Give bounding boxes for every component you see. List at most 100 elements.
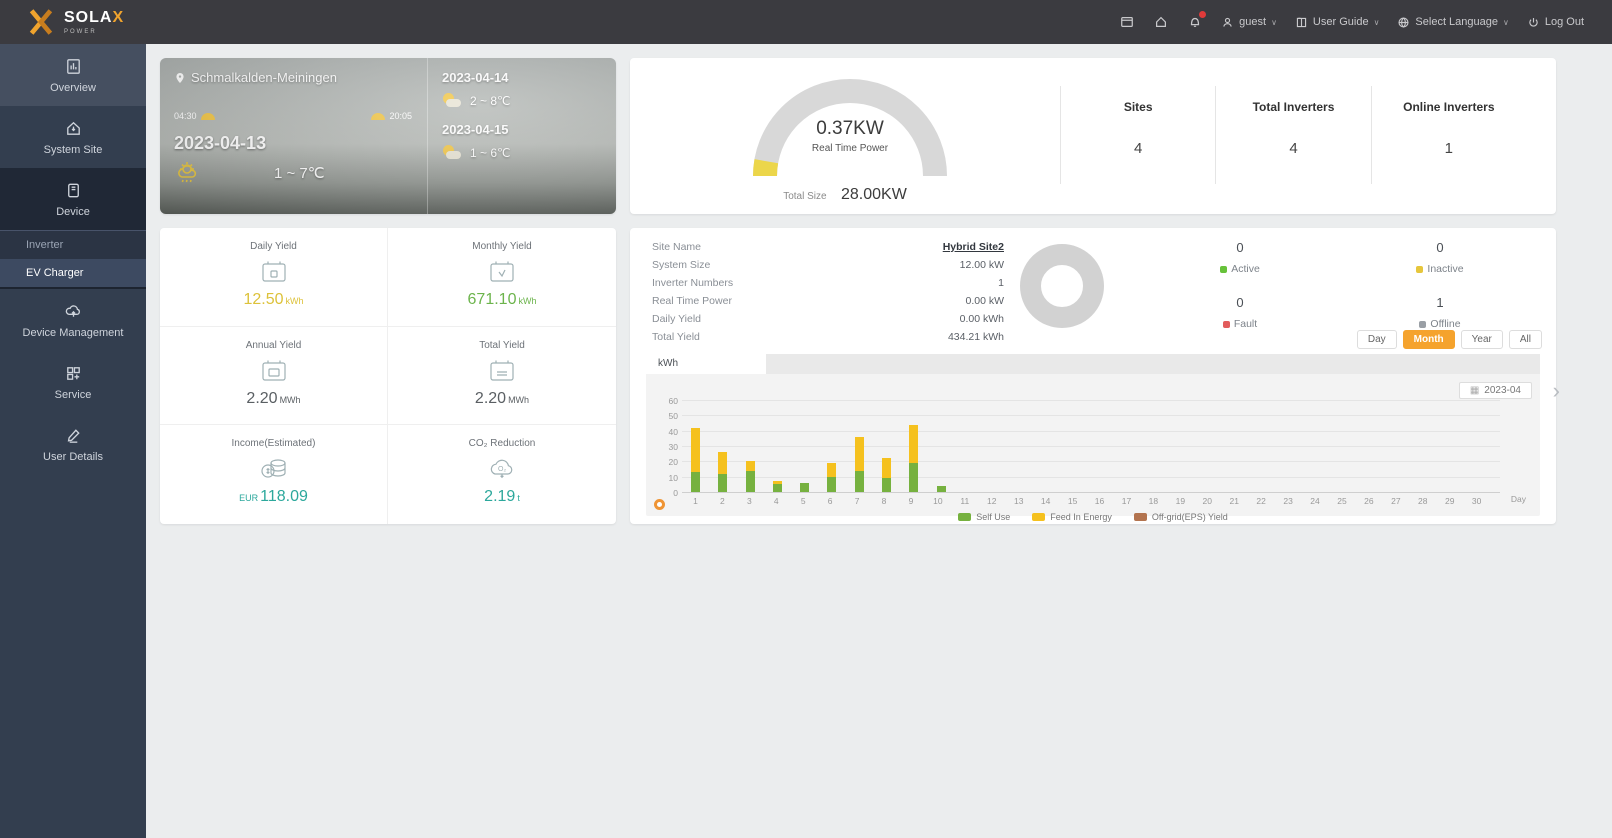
brand-name: SOLAX [64,9,125,26]
legend-item[interactable]: Feed In Energy [1032,512,1112,522]
submenu-item-ev-charger[interactable]: EV Charger [0,259,146,287]
x-axis-tick: 9 [908,496,914,506]
monthly-yield-value: 671.10 kWh [467,291,537,308]
site-info-row: Site Name Hybrid Site2 [652,241,1004,253]
power-icon [1529,17,1538,27]
stacked-bar [881,458,891,492]
chart-x-axis: 1 2 3 4 5 6 7 8 9 10 11 12 13 14 15 16 17 18 19 20 21 22 23 24 2… [682,496,1490,506]
stacked-bar [772,481,782,492]
x-axis-tick: 20 [1202,496,1213,506]
co2-cloud-icon: O₂ [485,456,519,482]
user-menu[interactable]: guest ∨ [1221,16,1277,29]
logout-button[interactable]: Log Out [1527,16,1584,29]
sidebar-item-service[interactable]: Service [0,351,146,413]
stacked-bar [745,461,755,492]
status-fault: 0 Fault [1140,289,1340,344]
status-active: 0 Active [1140,234,1340,289]
x-axis-tick: 8 [881,496,887,506]
daily-yield-value: 12.50 kWh [243,291,304,308]
sidebar-item-user-details[interactable]: User Details [0,413,146,475]
x-axis-tick: 3 [746,496,752,506]
legend-item[interactable]: Off-grid(EPS) Yield [1133,512,1228,522]
notification-bell-icon[interactable] [1187,11,1207,30]
income-value: EUR 118.09 [239,488,308,506]
logout-label: Log Out [1544,16,1584,28]
notification-badge [1199,11,1207,18]
sunset-icon [371,112,386,120]
yield-chart-panel: kWh ▦ 2023-04 0 10 20 30 40 50 60 1 2 3 4 5 6 7 8 9 10 1… [646,354,1540,522]
legend-item[interactable]: Self Use [958,512,1010,522]
tile-monthly-yield: Monthly Yield 671.10 kWh [388,228,616,327]
x-axis-tick: 19 [1175,496,1186,506]
chevron-down-icon: ∨ [1503,17,1509,27]
guide-book-icon [1296,17,1307,27]
sunrise-time: 04:30 [174,111,215,121]
x-axis-tick: 1 [693,496,698,506]
site-home-icon [66,121,80,135]
x-axis-tick: 30 [1471,496,1482,506]
stat-sites: Sites 4 [1060,86,1215,184]
submenu-item-inverter[interactable]: Inverter [0,231,146,259]
x-axis-tick: 5 [800,496,806,506]
y-axis-tick: 50 [668,411,678,422]
location-pin-icon [176,72,184,83]
site-name-link[interactable]: Hybrid Site2 [943,241,1004,253]
tile-daily-yield: Daily Yield 12.50 kWh [160,228,388,327]
main-content: Schmalkalden-Meiningen 04:30 20:05 2023-… [146,44,1612,838]
top-navbar: SOLAX POWER guest ∨ User Guide ∨ Select … [0,0,1612,44]
weather-location: Schmalkalden-Meiningen [174,70,412,85]
range-tab-all[interactable]: All [1508,330,1542,349]
user-guide-menu[interactable]: User Guide ∨ [1295,16,1379,29]
x-axis-tick: 14 [1040,496,1051,506]
sidebar-item-device[interactable]: Device [0,168,146,231]
sunset-time: 20:05 [371,111,412,121]
carousel-next-icon[interactable]: › [1553,378,1560,404]
x-axis-tick: 11 [960,496,970,506]
x-axis-tick: 24 [1310,496,1320,506]
stacked-bar [691,427,701,492]
calendar-total-icon [485,358,519,384]
sidebar-item-overview[interactable]: Overview [0,44,146,106]
range-tab-group: Day Month Year All [1356,330,1542,349]
language-menu[interactable]: Select Language ∨ [1397,16,1509,29]
x-axis-tick: 23 [1283,496,1293,506]
user-guide-label: User Guide [1312,16,1369,28]
tile-total-yield: Total Yield 2.20 MWh [388,327,616,426]
home-icon[interactable] [1153,14,1169,30]
stacked-bar [800,482,810,492]
x-axis-tick: 2 [720,496,725,506]
site-info-row: Daily Yield 0.00 kWh [652,313,1004,325]
sunrise-icon [200,112,215,120]
chart-zoom-handle-icon[interactable] [654,499,665,510]
site-info-row: Total Yield 434.21 kWh [652,331,1004,343]
x-axis-tick: 7 [854,496,860,506]
chart-tab-bar: kWh [646,354,1540,374]
range-tab-day[interactable]: Day [1356,330,1397,349]
x-axis-tick: 4 [773,496,779,506]
x-axis-tick: 15 [1067,496,1078,506]
calendar-year-icon [257,358,291,384]
app-window-icon[interactable] [1119,14,1135,30]
chart-date-picker[interactable]: ▦ 2023-04 [1458,382,1532,399]
sidebar-item-system-site[interactable]: System Site [0,106,146,168]
power-summary-card: 0.37KW Real Time Power Total Size 28.00K… [630,58,1556,214]
sidebar-item-device-management[interactable]: Device Management [0,289,146,351]
co2-value: 2.19 t [484,488,520,506]
chart-tab-kwh[interactable]: kWh [646,354,766,374]
range-tab-month[interactable]: Month [1402,330,1455,349]
range-tab-year[interactable]: Year [1460,330,1503,349]
user-icon [1223,17,1232,27]
x-axis-tick: 28 [1418,496,1428,506]
x-axis-tick: 16 [1094,496,1105,506]
status-donut-chart [1020,244,1104,328]
forecast-day-1: 2023-04-14 2 ~ 8℃ [442,70,511,108]
chart-x-axis-unit: Day [1510,494,1526,504]
tile-annual-yield: Annual Yield 2.20 MWh [160,326,388,426]
x-axis-tick: 13 [1013,496,1024,506]
y-axis-tick: 10 [668,472,678,483]
stacked-bar [827,462,837,492]
status-dot [1220,265,1228,273]
site-info-row: Real Time Power 0.00 kW [652,295,1004,307]
y-axis-tick: 60 [668,396,678,406]
status-dot [1416,265,1424,273]
